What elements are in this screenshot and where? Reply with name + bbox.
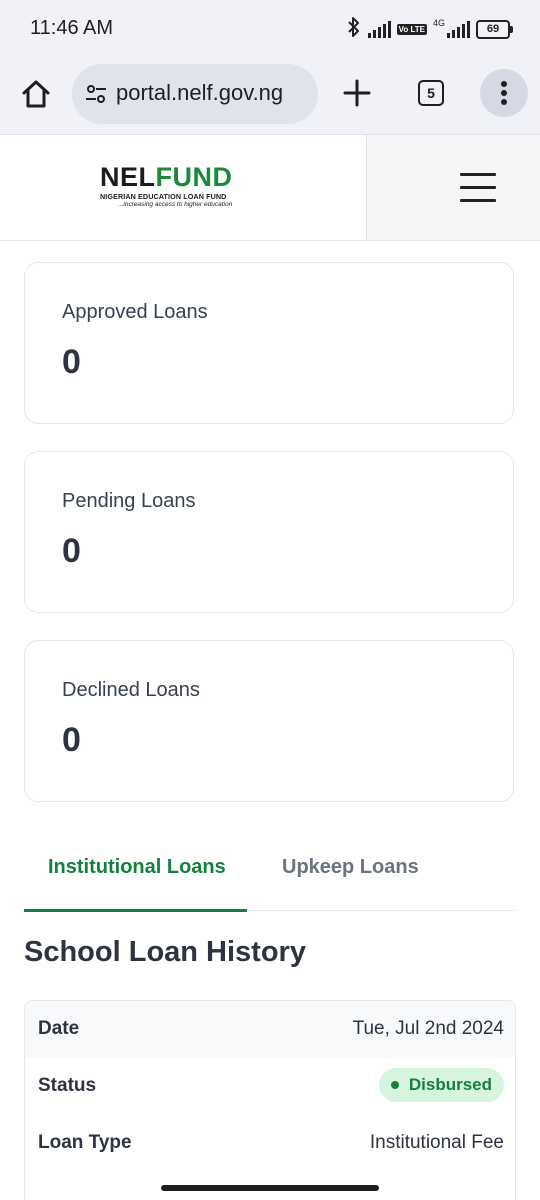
pending-loans-card: Pending Loans 0 <box>24 451 514 613</box>
browser-menu-icon[interactable] <box>480 69 528 117</box>
card-label: Pending Loans <box>62 490 196 512</box>
logo-tagline: ...increasing access to higher education <box>118 201 233 208</box>
card-value: 0 <box>62 532 81 570</box>
status-time: 11:46 AM <box>30 17 114 39</box>
section-title: School Loan History <box>24 936 306 968</box>
browser-toolbar: portal.nelf.gov.ng 5 <box>0 58 540 135</box>
status-icons: Vo LTE 4G 69 <box>346 16 513 43</box>
status-bar: 11:46 AM Vo LTE 4G 69 <box>0 0 540 58</box>
status-badge-label: Disbursed <box>408 1075 492 1094</box>
signal-icon <box>367 20 391 38</box>
signal-icon-secondary <box>447 20 470 38</box>
gesture-bar[interactable] <box>161 1185 379 1191</box>
address-bar[interactable]: portal.nelf.gov.ng <box>72 64 318 124</box>
network-type-label: 4G <box>432 18 445 28</box>
site-settings-icon[interactable] <box>84 82 108 106</box>
row-key: Loan Type <box>38 1132 132 1153</box>
status-dot-icon <box>390 1081 399 1089</box>
bluetooth-icon <box>346 16 362 43</box>
hamburger-menu-button[interactable] <box>366 135 540 240</box>
status-badge: Disbursed <box>378 1068 504 1102</box>
active-tab-indicator <box>24 909 247 912</box>
card-value: 0 <box>62 721 81 759</box>
declined-loans-card: Declined Loans 0 <box>24 640 514 802</box>
table-row: Status Disbursed <box>25 1058 515 1115</box>
loan-history-table: Date Tue, Jul 2nd 2024 Status Disbursed … <box>24 1000 516 1200</box>
table-row: Date Tue, Jul 2nd 2024 <box>25 1001 515 1058</box>
logo-wordmark: NELFUND <box>100 162 233 192</box>
table-row: Loan Type Institutional Fee <box>25 1115 515 1172</box>
battery-icon: 69 <box>476 19 513 39</box>
row-value: Tue, Jul 2nd 2024 <box>352 1018 504 1039</box>
nelfund-logo[interactable]: NELFUND NIGERIAN EDUCATION LOAN FUND ...… <box>100 163 260 213</box>
tab-switcher-button[interactable]: 5 <box>418 80 444 106</box>
row-key: Date <box>38 1018 80 1039</box>
tab-upkeep-loans[interactable]: Upkeep Loans <box>282 856 419 879</box>
card-value: 0 <box>62 343 81 381</box>
home-icon[interactable] <box>18 76 54 112</box>
approved-loans-card: Approved Loans 0 <box>24 262 514 424</box>
site-header: NELFUND NIGERIAN EDUCATION LOAN FUND ...… <box>0 135 540 241</box>
url-text: portal.nelf.gov.ng <box>116 80 284 105</box>
volte-icon: Vo LTE <box>396 23 427 35</box>
logo-subtitle: NIGERIAN EDUCATION LOAN FUND <box>100 192 227 201</box>
tab-institutional-loans[interactable]: Institutional Loans <box>48 856 226 879</box>
row-key: Status <box>38 1075 97 1096</box>
row-value: Institutional Fee <box>369 1132 504 1153</box>
loan-type-tabs: Institutional Loans Upkeep Loans <box>24 840 516 912</box>
card-label: Declined Loans <box>62 679 200 701</box>
card-label: Approved Loans <box>62 301 208 323</box>
new-tab-icon[interactable] <box>340 76 374 110</box>
